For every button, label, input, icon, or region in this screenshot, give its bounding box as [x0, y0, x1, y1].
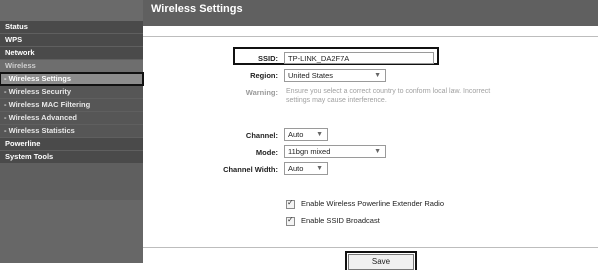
extender-radio-row[interactable]: ✓ Enable Wireless Powerline Extender Radi…	[286, 197, 444, 209]
channel-width-select[interactable]: Auto ▼	[284, 162, 328, 175]
page-title: Wireless Settings	[151, 3, 243, 15]
extender-radio-label: Enable Wireless Powerline Extender Radio	[301, 199, 444, 208]
region-label: Region:	[250, 71, 278, 80]
sidebar-item-network[interactable]: Network	[0, 47, 143, 59]
sidebar-item-wireless-advanced[interactable]: - Wireless Advanced	[0, 112, 143, 124]
channel-width-label: Channel Width:	[223, 165, 278, 174]
sidebar-nav: Status WPS Network Wireless - Wireless S…	[0, 21, 144, 163]
warning-text: Ensure you select a correct country to c…	[286, 88, 491, 104]
sidebar-item-wireless[interactable]: Wireless	[0, 60, 143, 72]
ssid-input[interactable]: TP-LINK_DA2F7A	[284, 52, 434, 64]
save-button[interactable]: Save	[345, 251, 417, 270]
sidebar-item-wireless-mac-filtering[interactable]: - Wireless MAC Filtering	[0, 99, 143, 111]
channel-value: Auto	[288, 130, 304, 139]
mode-select[interactable]: 11bgn mixed ▼	[284, 145, 386, 158]
sidebar-item-wireless-statistics[interactable]: - Wireless Statistics	[0, 125, 143, 137]
divider-bottom	[143, 247, 598, 248]
chevron-down-icon: ▼	[374, 72, 381, 79]
mode-value: 11bgn mixed	[288, 147, 331, 156]
channel-label: Channel:	[245, 131, 278, 140]
ssid-broadcast-row[interactable]: ✓ Enable SSID Broadcast	[286, 214, 380, 226]
channel-width-value: Auto	[288, 164, 304, 173]
sidebar-item-status[interactable]: Status	[0, 21, 143, 33]
sidebar-item-wps[interactable]: WPS	[0, 34, 143, 46]
ssid-broadcast-label: Enable SSID Broadcast	[301, 216, 380, 225]
region-select[interactable]: United States ▼	[284, 69, 386, 82]
page-header: Wireless Settings	[143, 0, 598, 26]
sidebar-item-system-tools[interactable]: System Tools	[0, 151, 143, 163]
sidebar-footer	[0, 200, 143, 263]
warning-label: Warning:	[245, 88, 278, 97]
sidebar: Status WPS Network Wireless - Wireless S…	[0, 0, 144, 263]
sidebar-header	[0, 0, 143, 21]
check-icon: ✓	[287, 214, 294, 224]
chevron-down-icon: ▼	[316, 165, 323, 172]
sidebar-item-powerline[interactable]: Powerline	[0, 138, 143, 150]
region-value: United States	[288, 71, 334, 80]
ssid-broadcast-checkbox[interactable]: ✓	[286, 214, 295, 226]
chevron-down-icon: ▼	[374, 148, 381, 155]
sidebar-item-wireless-security[interactable]: - Wireless Security	[0, 86, 143, 98]
chevron-down-icon: ▼	[316, 131, 323, 138]
extender-radio-checkbox[interactable]: ✓	[286, 197, 295, 209]
main-panel: Wireless Settings SSID: TP-LINK_DA2F7A R…	[143, 0, 598, 270]
channel-select[interactable]: Auto ▼	[284, 128, 328, 141]
ssid-label: SSID:	[257, 54, 278, 63]
check-icon: ✓	[287, 197, 294, 207]
sidebar-item-wireless-settings[interactable]: - Wireless Settings	[0, 72, 144, 86]
divider-top	[143, 36, 598, 37]
mode-label: Mode:	[255, 148, 278, 157]
